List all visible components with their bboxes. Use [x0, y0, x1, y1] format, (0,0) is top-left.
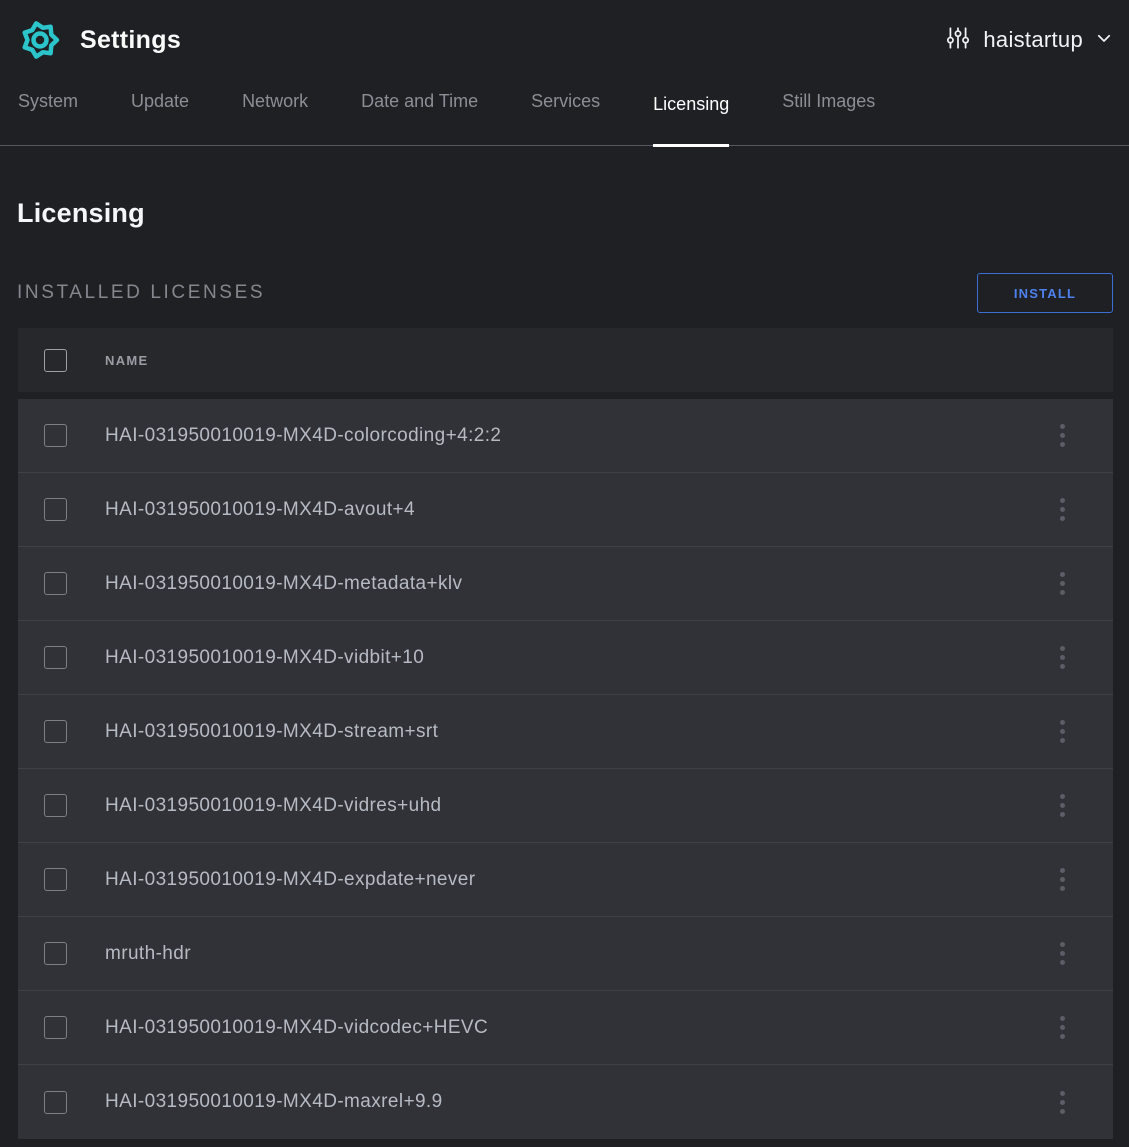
- row-actions-cell: [1011, 418, 1113, 453]
- license-name: HAI-031950010019-MX4D-expdate+never: [105, 869, 1011, 891]
- row-checkbox[interactable]: [44, 424, 67, 447]
- tab-network[interactable]: Network: [242, 91, 308, 147]
- app-bar-left: Settings: [16, 16, 181, 64]
- kebab-menu-icon[interactable]: [1054, 640, 1071, 675]
- settings-tab-bar: System Update Network Date and Time Serv…: [0, 80, 1129, 146]
- row-actions-cell: [1011, 1010, 1113, 1045]
- kebab-menu-icon[interactable]: [1054, 492, 1071, 527]
- sliders-icon: [945, 25, 971, 56]
- row-actions-cell: [1011, 566, 1113, 601]
- table-body: HAI-031950010019-MX4D-colorcoding+4:2:2 …: [18, 399, 1113, 1139]
- row-checkbox[interactable]: [44, 942, 67, 965]
- license-name: HAI-031950010019-MX4D-maxrel+9.9: [105, 1091, 1011, 1113]
- license-name: HAI-031950010019-MX4D-vidcodec+HEVC: [105, 1017, 1011, 1039]
- license-name: HAI-031950010019-MX4D-colorcoding+4:2:2: [105, 425, 1011, 447]
- row-checkbox[interactable]: [44, 868, 67, 891]
- row-checkbox-cell: [18, 1091, 105, 1114]
- kebab-menu-icon[interactable]: [1054, 566, 1071, 601]
- kebab-menu-icon[interactable]: [1054, 1085, 1071, 1120]
- row-checkbox[interactable]: [44, 1091, 67, 1114]
- table-row: HAI-031950010019-MX4D-expdate+never: [18, 843, 1113, 917]
- row-checkbox-cell: [18, 572, 105, 595]
- row-checkbox-cell: [18, 498, 105, 521]
- account-menu[interactable]: haistartup: [945, 25, 1113, 56]
- table-row: HAI-031950010019-MX4D-avout+4: [18, 473, 1113, 547]
- kebab-menu-icon[interactable]: [1054, 1010, 1071, 1045]
- table-row: HAI-031950010019-MX4D-maxrel+9.9: [18, 1065, 1113, 1139]
- license-name: HAI-031950010019-MX4D-avout+4: [105, 499, 1011, 521]
- row-checkbox-cell: [18, 720, 105, 743]
- row-actions-cell: [1011, 1085, 1113, 1120]
- row-checkbox-cell: [18, 1016, 105, 1039]
- license-name: HAI-031950010019-MX4D-stream+srt: [105, 721, 1011, 743]
- row-checkbox-cell: [18, 646, 105, 669]
- licenses-table: NAME HAI-031950010019-MX4D-colorcoding+4…: [18, 328, 1113, 1139]
- tab-system[interactable]: System: [18, 91, 78, 147]
- row-checkbox[interactable]: [44, 498, 67, 521]
- row-checkbox-cell: [18, 794, 105, 817]
- tab-date-and-time[interactable]: Date and Time: [361, 91, 478, 147]
- license-name: HAI-031950010019-MX4D-vidres+uhd: [105, 795, 1011, 817]
- tab-update[interactable]: Update: [131, 91, 189, 147]
- installed-licenses-section-bar: INSTALLED LICENSES INSTALL: [0, 273, 1129, 313]
- row-actions-cell: [1011, 492, 1113, 527]
- row-actions-cell: [1011, 936, 1113, 971]
- app-title: Settings: [80, 26, 181, 55]
- section-title: INSTALLED LICENSES: [17, 282, 265, 304]
- column-header-name: NAME: [105, 353, 148, 368]
- row-checkbox[interactable]: [44, 646, 67, 669]
- device-name: haistartup: [983, 27, 1083, 53]
- table-row: mruth-hdr: [18, 917, 1113, 991]
- license-name: HAI-031950010019-MX4D-vidbit+10: [105, 647, 1011, 669]
- license-name: HAI-031950010019-MX4D-metadata+klv: [105, 573, 1011, 595]
- kebab-menu-icon[interactable]: [1054, 862, 1071, 897]
- header-checkbox-cell: [18, 349, 105, 372]
- row-checkbox[interactable]: [44, 1016, 67, 1039]
- table-header-row: NAME: [18, 328, 1113, 392]
- row-actions-cell: [1011, 714, 1113, 749]
- table-row: HAI-031950010019-MX4D-stream+srt: [18, 695, 1113, 769]
- tab-licensing[interactable]: Licensing: [653, 94, 729, 147]
- tab-services[interactable]: Services: [531, 91, 600, 147]
- table-row: HAI-031950010019-MX4D-vidbit+10: [18, 621, 1113, 695]
- row-checkbox[interactable]: [44, 572, 67, 595]
- row-actions-cell: [1011, 640, 1113, 675]
- row-actions-cell: [1011, 788, 1113, 823]
- row-checkbox-cell: [18, 942, 105, 965]
- row-checkbox-cell: [18, 424, 105, 447]
- table-row: HAI-031950010019-MX4D-vidres+uhd: [18, 769, 1113, 843]
- kebab-menu-icon[interactable]: [1054, 714, 1071, 749]
- tab-still-images[interactable]: Still Images: [782, 91, 875, 147]
- row-checkbox[interactable]: [44, 794, 67, 817]
- table-row: HAI-031950010019-MX4D-metadata+klv: [18, 547, 1113, 621]
- chevron-down-icon: [1095, 29, 1113, 52]
- row-checkbox[interactable]: [44, 720, 67, 743]
- license-name: mruth-hdr: [105, 943, 1011, 965]
- kebab-menu-icon[interactable]: [1054, 788, 1071, 823]
- row-checkbox-cell: [18, 868, 105, 891]
- install-button[interactable]: INSTALL: [977, 273, 1113, 313]
- app-bar: Settings haistartup: [0, 0, 1129, 80]
- table-row: HAI-031950010019-MX4D-vidcodec+HEVC: [18, 991, 1113, 1065]
- row-actions-cell: [1011, 862, 1113, 897]
- table-row: HAI-031950010019-MX4D-colorcoding+4:2:2: [18, 399, 1113, 473]
- settings-gear-icon: [16, 16, 64, 64]
- select-all-checkbox[interactable]: [44, 349, 67, 372]
- kebab-menu-icon[interactable]: [1054, 936, 1071, 971]
- kebab-menu-icon[interactable]: [1054, 418, 1071, 453]
- page-title: Licensing: [0, 146, 1129, 229]
